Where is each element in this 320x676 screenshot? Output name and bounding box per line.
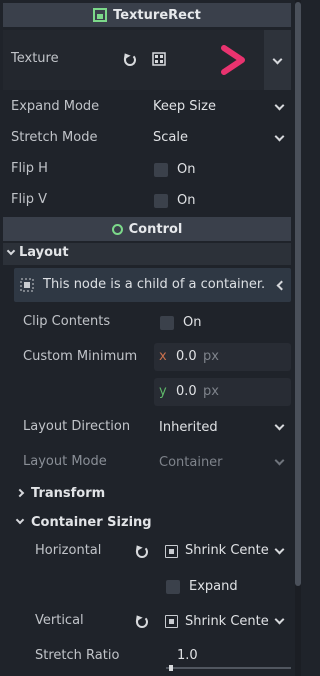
stretch-ratio-slider[interactable]: [166, 667, 291, 669]
expand-label: Expand: [189, 579, 238, 594]
layout-direction-label: Layout Direction: [23, 419, 131, 434]
vertical-select[interactable]: Shrink Cente: [185, 614, 269, 629]
info-text: This node is a child of a container.: [43, 277, 266, 292]
control-circle-icon: [111, 223, 123, 235]
custom-minimum-y-value[interactable]: 0.0: [176, 384, 197, 399]
clip-contents-label: Clip Contents: [23, 314, 111, 329]
shrink-center-icon: [165, 545, 178, 558]
vertical-label: Vertical: [35, 613, 84, 628]
expand-checkbox[interactable]: [166, 580, 180, 594]
custom-minimum-x-field[interactable]: [154, 343, 291, 371]
stretch-mode-label: Stretch Mode: [11, 130, 98, 145]
layout-direction-select[interactable]: Inherited: [159, 420, 218, 435]
chevron-down-icon[interactable]: [274, 100, 285, 111]
chevron-down-icon[interactable]: [274, 614, 285, 625]
container-sizing-section-title[interactable]: Container Sizing: [31, 515, 152, 530]
stretch-mode-select[interactable]: Scale: [153, 130, 188, 145]
layout-mode-label: Layout Mode: [23, 454, 107, 469]
texture-load-icon[interactable]: [152, 52, 167, 67]
container-info-icon: [20, 278, 34, 292]
clip-contents-value: On: [183, 315, 202, 330]
custom-minimum-x-unit: px: [203, 349, 219, 364]
clip-contents-checkbox[interactable]: [160, 316, 174, 330]
stretch-ratio-value[interactable]: 1.0: [177, 648, 198, 663]
chevron-down-icon[interactable]: [274, 544, 285, 555]
horizontal-label: Horizontal: [35, 543, 102, 558]
axis-x-label: x: [159, 349, 167, 364]
expand-mode-label: Expand Mode: [11, 99, 100, 114]
scrollbar-thumb[interactable]: [295, 2, 301, 586]
chevron-down-icon: [274, 455, 285, 466]
control-header: Control: [3, 217, 291, 241]
texture-rect-title: TextureRect: [113, 7, 201, 23]
flip-h-label: Flip H: [11, 161, 48, 176]
custom-minimum-y-unit: px: [203, 384, 219, 399]
chevron-down-icon[interactable]: [274, 131, 285, 142]
custom-minimum-y-field[interactable]: [154, 378, 291, 406]
flip-h-value: On: [177, 162, 196, 177]
reset-icon[interactable]: [136, 616, 148, 628]
layout-mode-select: Container: [159, 455, 223, 470]
flip-v-value: On: [177, 193, 196, 208]
chevron-down-icon[interactable]: [274, 420, 285, 431]
transform-section-title[interactable]: Transform: [31, 486, 105, 501]
stretch-ratio-label: Stretch Ratio: [35, 648, 120, 663]
texture-rect-icon: [93, 8, 108, 22]
reset-icon[interactable]: [136, 546, 148, 558]
control-title: Control: [128, 221, 183, 237]
expand-mode-select[interactable]: Keep Size: [153, 99, 216, 114]
texture-label: Texture: [11, 51, 59, 66]
custom-minimum-label: Custom Minimum: [23, 349, 138, 364]
axis-y-label: y: [159, 384, 167, 399]
flip-v-label: Flip V: [11, 192, 47, 207]
custom-minimum-x-value[interactable]: 0.0: [176, 349, 197, 364]
flip-h-checkbox[interactable]: [154, 163, 168, 177]
reset-icon[interactable]: [124, 54, 136, 66]
shrink-center-icon: [165, 615, 178, 628]
horizontal-select[interactable]: Shrink Cente: [185, 543, 269, 558]
stretch-ratio-slider-grabber[interactable]: [169, 665, 173, 671]
layout-section-title[interactable]: Layout: [19, 245, 69, 260]
texture-rect-header: TextureRect: [3, 3, 291, 27]
container-sizing-expand-icon[interactable]: [15, 515, 25, 525]
transform-expand-icon[interactable]: [15, 488, 25, 498]
annotation-arrow-icon: [192, 45, 245, 75]
flip-v-checkbox[interactable]: [154, 194, 168, 208]
